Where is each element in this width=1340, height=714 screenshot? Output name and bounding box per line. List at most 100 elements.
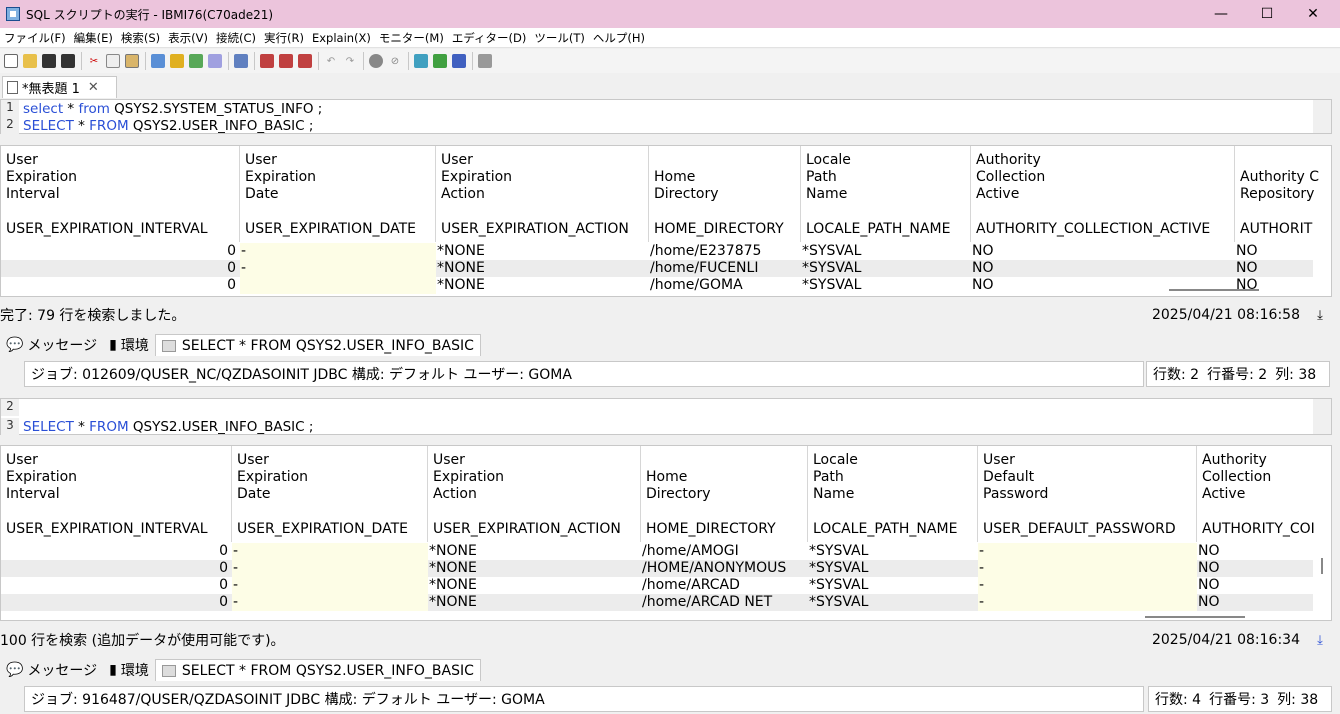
table-cell[interactable]: -	[240, 243, 436, 260]
code-line[interactable]: 2 SELECT * FROM QSYS2.USER_INFO_BASIC ;	[1, 117, 1331, 134]
explain-icon[interactable]	[258, 52, 276, 70]
table-cell[interactable]: /HOME/ANONYMOUS	[641, 560, 808, 577]
table-cell[interactable]: NO	[1235, 277, 1331, 294]
table-cell[interactable]: /home/ARCAD	[641, 577, 808, 594]
column-header[interactable]: User Expiration Action USER_EXPIRATION_ACTI…	[436, 146, 649, 242]
close-window-button[interactable]: ✕	[1290, 0, 1336, 28]
column-header[interactable]: Authority Collection Active AUTHORITY_COLLE…	[971, 146, 1235, 242]
table-cell[interactable]: *SYSVAL	[808, 560, 978, 577]
table-cell[interactable]: 0	[1, 277, 240, 294]
column-header[interactable]: Locale Path Name LOCALE_PATH_NAME	[808, 446, 978, 542]
table-cell[interactable]: *SYSVAL	[801, 260, 971, 277]
table-cell[interactable]: 0	[1, 577, 232, 594]
tab-query-result[interactable]: SELECT * FROM QSYS2.USER_INFO_BASIC	[154, 659, 481, 681]
table-cell[interactable]: 0	[1, 594, 232, 611]
table-cell[interactable]: -	[978, 594, 1197, 611]
download-icon[interactable]: ⤓	[1312, 632, 1328, 648]
column-header[interactable]: User Expiration Date USER_EXPIRATION_DATE	[232, 446, 428, 542]
column-header[interactable]: User Expiration Date USER_EXPIRATION_DATE	[240, 146, 436, 242]
stop-icon[interactable]	[367, 52, 385, 70]
vertical-scrollbar[interactable]	[1313, 399, 1331, 434]
minimize-button[interactable]: —	[1198, 0, 1244, 28]
code-line[interactable]: 2	[1, 399, 1331, 416]
table-cell[interactable]: NO	[1197, 577, 1331, 594]
table-cell[interactable]: -	[232, 560, 428, 577]
table-cell[interactable]: -	[978, 543, 1197, 560]
table-cell[interactable]: NO	[1197, 594, 1331, 611]
cancel-icon[interactable]: ⊘	[386, 52, 404, 70]
column-header[interactable]: Locale Path Name LOCALE_PATH_NAME	[801, 146, 971, 242]
menu-item[interactable]: ヘルプ(H)	[589, 30, 649, 46]
table-cell[interactable]: -	[232, 543, 428, 560]
menu-item[interactable]: ファイル(F)	[0, 30, 70, 46]
tab-messages[interactable]: 💬 メッセージ	[0, 334, 103, 356]
vertical-scrollbar[interactable]	[1313, 100, 1331, 133]
table-cell[interactable]: *SYSVAL	[808, 543, 978, 560]
save-as-icon[interactable]	[59, 52, 77, 70]
vertical-scrollbar[interactable]	[1321, 558, 1323, 574]
menu-item[interactable]: Explain(X)	[308, 31, 375, 45]
table-cell[interactable]: 0	[1, 560, 232, 577]
table-cell[interactable]: *SYSVAL	[801, 243, 971, 260]
maximize-button[interactable]: ☐	[1244, 0, 1290, 28]
table-cell[interactable]: *SYSVAL	[808, 594, 978, 611]
column-header[interactable]: User Expiration Action USER_EXPIRATION_ACTI…	[428, 446, 641, 542]
table-cell[interactable]: *NONE	[436, 260, 649, 277]
table-cell[interactable]: NO	[1235, 260, 1331, 277]
table-cell[interactable]: /home/ARCAD NET	[641, 594, 808, 611]
monitor-start-icon[interactable]	[431, 52, 449, 70]
sql-editor[interactable]: 1 select * from QSYS2.SYSTEM_STATUS_INFO …	[0, 99, 1332, 134]
undo-icon[interactable]: ↶	[322, 52, 340, 70]
close-tab-icon[interactable]: ✕	[88, 80, 99, 95]
table-row[interactable]: 0- *NONE/home/ARCAD NET *SYSVAL - NO	[1, 594, 1313, 611]
menu-item[interactable]: 編集(E)	[70, 30, 117, 46]
tab-environment[interactable]: ▮ 環境	[103, 334, 155, 356]
explain-run-icon[interactable]	[277, 52, 295, 70]
menu-item[interactable]: ツール(T)	[530, 30, 589, 46]
explain-only-icon[interactable]	[296, 52, 314, 70]
monitor-icon[interactable]	[412, 52, 430, 70]
table-cell[interactable]: *NONE	[428, 577, 641, 594]
redo-icon[interactable]: ↷	[341, 52, 359, 70]
document-tab[interactable]: *無表題 1 ✕	[2, 76, 117, 98]
table-cell[interactable]: -	[240, 260, 436, 277]
table-cell[interactable]: NO	[971, 243, 1235, 260]
column-header[interactable]: Authority C Repository AUTHORIT	[1235, 146, 1331, 242]
run-sql-next-icon[interactable]	[187, 52, 205, 70]
table-row[interactable]: 0- *NONE/home/AMOGI *SYSVAL - NO	[1, 543, 1313, 560]
table-cell[interactable]: NO	[1235, 243, 1331, 260]
column-header[interactable]: Authority Collection Active AUTHORITY_COI	[1197, 446, 1331, 542]
run-sql-icon[interactable]	[149, 52, 167, 70]
column-header[interactable]: User Expiration Interval USER_EXPIRATION_IN…	[1, 446, 232, 542]
column-header[interactable]: Home Directory HOME_DIRECTORY	[641, 446, 808, 542]
table-row[interactable]: 0- *NONE/home/FUCENLI *SYSVAL NO NO	[1, 260, 1313, 277]
table-cell[interactable]	[240, 277, 436, 294]
run-sql-select-icon[interactable]	[206, 52, 224, 70]
table-row[interactable]: 0- *NONE/home/E237875 *SYSVAL NO NO	[1, 243, 1313, 260]
table-cell[interactable]: /home/E237875	[649, 243, 801, 260]
tab-environment[interactable]: ▮ 環境	[103, 659, 155, 681]
table-row[interactable]: 0 *NONE/home/GOMA *SYSVAL NO NO	[1, 277, 1313, 294]
table-cell[interactable]: NO	[971, 277, 1235, 294]
table-cell[interactable]: *SYSVAL	[801, 277, 971, 294]
tab-query-result[interactable]: SELECT * FROM QSYS2.USER_INFO_BASIC	[154, 334, 481, 356]
table-cell[interactable]: *SYSVAL	[808, 577, 978, 594]
run-sql-all-icon[interactable]	[168, 52, 186, 70]
table-row[interactable]: 0- *NONE/home/ARCAD *SYSVAL - NO	[1, 577, 1313, 594]
table-cell[interactable]: *NONE	[428, 560, 641, 577]
menu-item[interactable]: 表示(V)	[164, 30, 212, 46]
table-cell[interactable]: -	[978, 560, 1197, 577]
table-cell[interactable]: /home/AMOGI	[641, 543, 808, 560]
table-cell[interactable]: NO	[971, 260, 1235, 277]
tab-messages[interactable]: 💬 メッセージ	[0, 659, 103, 681]
print-icon[interactable]	[476, 52, 494, 70]
table-cell[interactable]: -	[232, 594, 428, 611]
results-grid[interactable]: User Expiration Interval USER_EXPIRATION_IN…	[0, 145, 1332, 297]
save-icon[interactable]	[40, 52, 58, 70]
monitor-end-icon[interactable]	[450, 52, 468, 70]
table-cell[interactable]: /home/FUCENLI	[649, 260, 801, 277]
table-cell[interactable]: NO	[1197, 560, 1331, 577]
table-cell[interactable]: /home/GOMA	[649, 277, 801, 294]
menu-item[interactable]: 実行(R)	[260, 30, 308, 46]
table-cell[interactable]: *NONE	[428, 543, 641, 560]
